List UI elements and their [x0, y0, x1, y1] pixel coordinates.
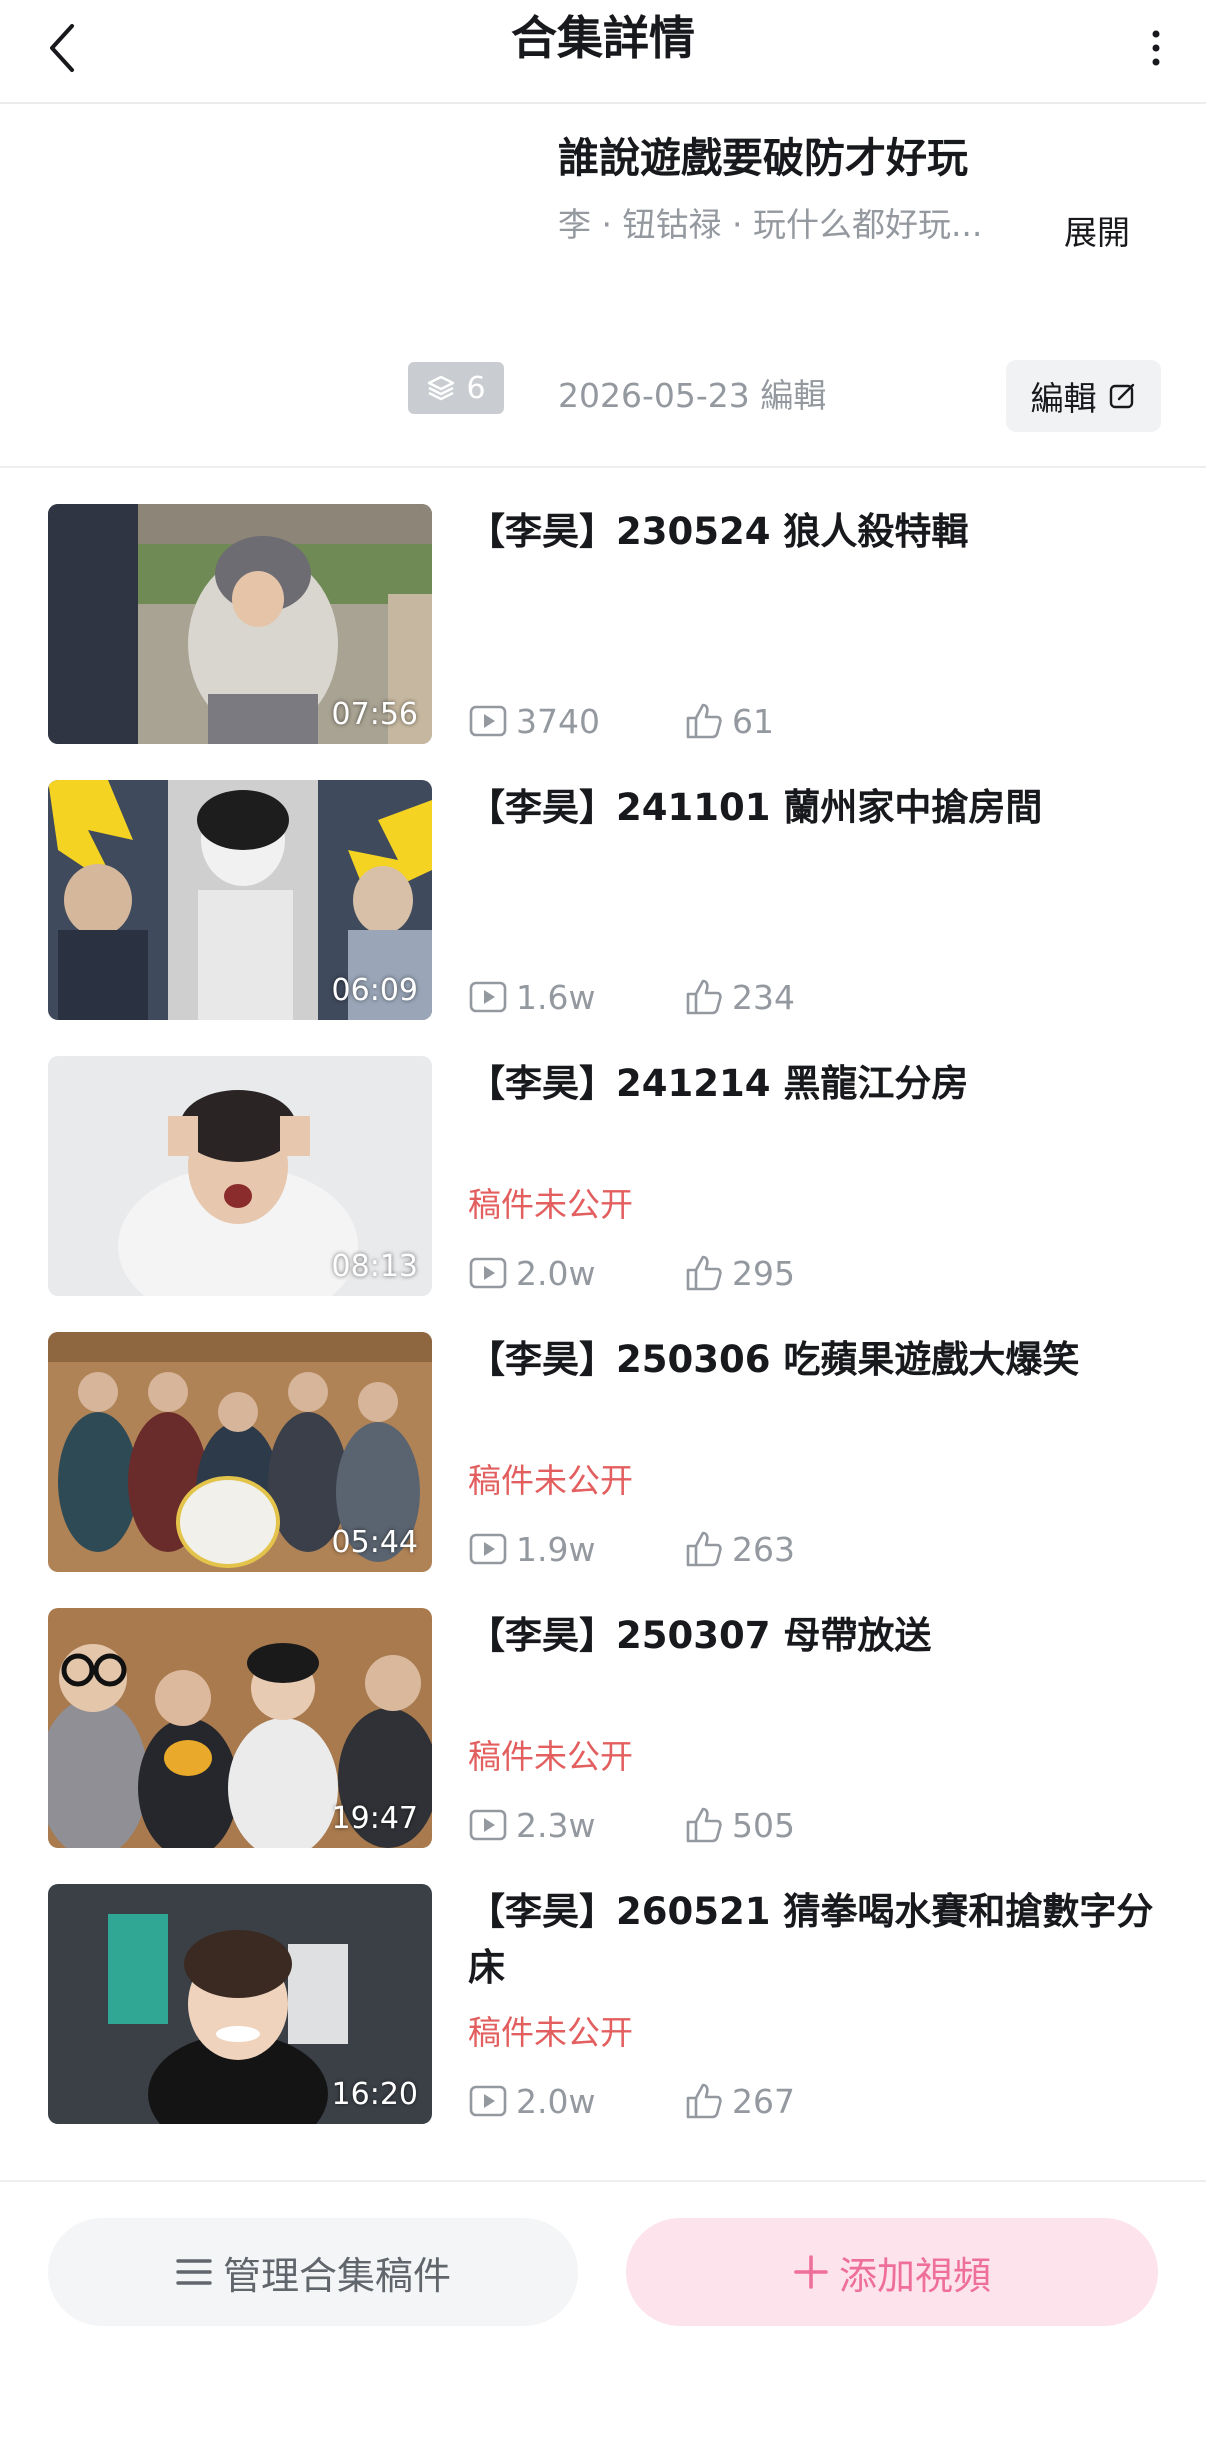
view-count-value: 1.6w — [516, 977, 596, 1017]
video-duration: 05:44 — [331, 1525, 418, 1560]
like-count-value: 267 — [732, 2081, 795, 2121]
like-count: 61 — [684, 702, 774, 741]
video-duration: 19:47 — [331, 1801, 418, 1836]
collection-detail-page: 合集詳情 誰說遊戲要破防才好玩 李 · 钮钴禄 · 玩什么都好玩... 展開 6… — [0, 0, 1206, 2461]
thumbs-up-icon — [686, 2083, 722, 2119]
menu-icon — [176, 2259, 212, 2285]
video-stats: 1.6w 234 — [468, 972, 795, 1022]
play-count-icon — [469, 1533, 507, 1565]
view-count: 1.6w — [468, 978, 684, 1017]
thumbs-up-icon — [686, 703, 722, 739]
video-duration: 06:09 — [331, 973, 418, 1008]
video-item[interactable]: 08:13 【李昊】241214 黑龍江分房 稿件未公开 2.0w 295 — [0, 1056, 1206, 1332]
video-stats: 3740 61 — [468, 696, 774, 746]
video-count: 6 — [466, 370, 486, 406]
thumbs-up-icon — [686, 1807, 722, 1843]
like-count-value: 263 — [732, 1529, 795, 1569]
play-count-icon — [469, 2085, 507, 2117]
video-item[interactable]: 07:56 【李昊】230524 狼人殺特輯 3740 61 — [0, 504, 1206, 780]
like-count: 263 — [684, 1530, 795, 1569]
video-title[interactable]: 【李昊】241214 黑龍江分房 — [468, 1056, 1158, 1112]
layers-icon — [428, 375, 455, 401]
like-count: 267 — [684, 2082, 795, 2121]
page-title: 合集詳情 — [511, 11, 695, 65]
more-vertical-icon — [1152, 30, 1160, 66]
view-count: 1.9w — [468, 1530, 684, 1569]
collection-description: 李 · 钮钴禄 · 玩什么都好玩... — [558, 205, 983, 244]
video-title[interactable]: 【李昊】241101 蘭州家中搶房間 — [468, 780, 1158, 836]
manage-collection-label: 管理合集稿件 — [222, 2253, 451, 2298]
video-title[interactable]: 【李昊】230524 狼人殺特輯 — [468, 504, 1158, 560]
video-stats: 1.9w 263 — [468, 1524, 795, 1574]
video-item[interactable]: 05:44 【李昊】250306 吃蘋果遊戲大爆笑 稿件未公开 1.9w 263 — [0, 1332, 1206, 1608]
video-item[interactable]: 16:20 【李昊】260521 猜拳喝水賽和搶數字分床 稿件未公开 2.0w … — [0, 1884, 1206, 2160]
play-count-icon — [469, 705, 507, 737]
play-count-icon — [469, 981, 507, 1013]
like-count: 295 — [684, 1254, 795, 1293]
thumbs-up-icon — [686, 1255, 722, 1291]
play-count-icon — [469, 1809, 507, 1841]
view-count-value: 2.0w — [516, 1253, 596, 1293]
video-thumbnail[interactable]: 06:09 — [48, 780, 432, 1020]
view-count: 2.3w — [468, 1806, 684, 1845]
video-thumbnail[interactable]: 16:20 — [48, 1884, 432, 2124]
video-list: 07:56 【李昊】230524 狼人殺特輯 3740 61 06:09 【李昊… — [0, 504, 1206, 2160]
plus-icon — [794, 2255, 828, 2289]
view-count: 3740 — [468, 702, 684, 741]
video-stats: 2.3w 505 — [468, 1800, 795, 1850]
view-count-value: 2.3w — [516, 1805, 596, 1845]
edit-button-label: 編輯 — [1030, 379, 1097, 418]
view-count: 2.0w — [468, 1254, 684, 1293]
video-status: 稿件未公开 — [468, 1737, 633, 1776]
edit-button[interactable]: 編輯 — [1006, 360, 1161, 432]
video-count-badge: 6 — [408, 362, 504, 414]
add-video-button[interactable]: 添加視頻 — [626, 2218, 1158, 2326]
add-video-label: 添加視頻 — [838, 2253, 991, 2298]
video-stats: 2.0w 267 — [468, 2076, 795, 2126]
video-status: 稿件未公开 — [468, 1461, 633, 1500]
thumbs-up-icon — [686, 1531, 722, 1567]
expand-button[interactable]: 展開 — [1064, 208, 1130, 258]
video-duration: 07:56 — [331, 697, 418, 732]
video-thumbnail[interactable]: 08:13 — [48, 1056, 432, 1296]
video-status: 稿件未公开 — [468, 1185, 633, 1224]
section-divider — [0, 466, 1206, 468]
video-title[interactable]: 【李昊】250307 母帶放送 — [468, 1608, 1158, 1664]
video-title[interactable]: 【李昊】250306 吃蘋果遊戲大爆笑 — [468, 1332, 1158, 1388]
video-thumbnail[interactable]: 19:47 — [48, 1608, 432, 1848]
video-duration: 16:20 — [331, 2077, 418, 2112]
collection-title: 誰說遊戲要破防才好玩 — [558, 134, 968, 182]
edit-icon — [1109, 383, 1134, 409]
top-bar: 合集詳情 — [0, 0, 1206, 104]
like-count-value: 505 — [732, 1805, 795, 1845]
video-status: 稿件未公开 — [468, 2013, 633, 2052]
like-count: 234 — [684, 978, 795, 1017]
video-item[interactable]: 19:47 【李昊】250307 母帶放送 稿件未公开 2.3w 505 — [0, 1608, 1206, 1884]
video-thumbnail[interactable]: 05:44 — [48, 1332, 432, 1572]
more-options-button[interactable] — [1136, 12, 1176, 76]
video-title[interactable]: 【李昊】260521 猜拳喝水賽和搶數字分床 — [468, 1884, 1158, 1996]
like-count-value: 61 — [732, 701, 774, 741]
view-count-value: 2.0w — [516, 2081, 596, 2121]
view-count-value: 1.9w — [516, 1529, 596, 1569]
play-count-icon — [469, 1257, 507, 1289]
edit-date: 2026-05-23 編輯 — [558, 376, 827, 415]
video-thumbnail[interactable]: 07:56 — [48, 504, 432, 744]
thumbs-up-icon — [686, 979, 722, 1015]
view-count-value: 3740 — [516, 701, 600, 741]
like-count: 505 — [684, 1806, 795, 1845]
manage-collection-button[interactable]: 管理合集稿件 — [48, 2218, 578, 2326]
view-count: 2.0w — [468, 2082, 684, 2121]
video-item[interactable]: 06:09 【李昊】241101 蘭州家中搶房間 1.6w 234 — [0, 780, 1206, 1056]
like-count-value: 295 — [732, 1253, 795, 1293]
bottom-divider — [0, 2180, 1206, 2182]
like-count-value: 234 — [732, 977, 795, 1017]
video-duration: 08:13 — [331, 1249, 418, 1284]
video-stats: 2.0w 295 — [468, 1248, 795, 1298]
